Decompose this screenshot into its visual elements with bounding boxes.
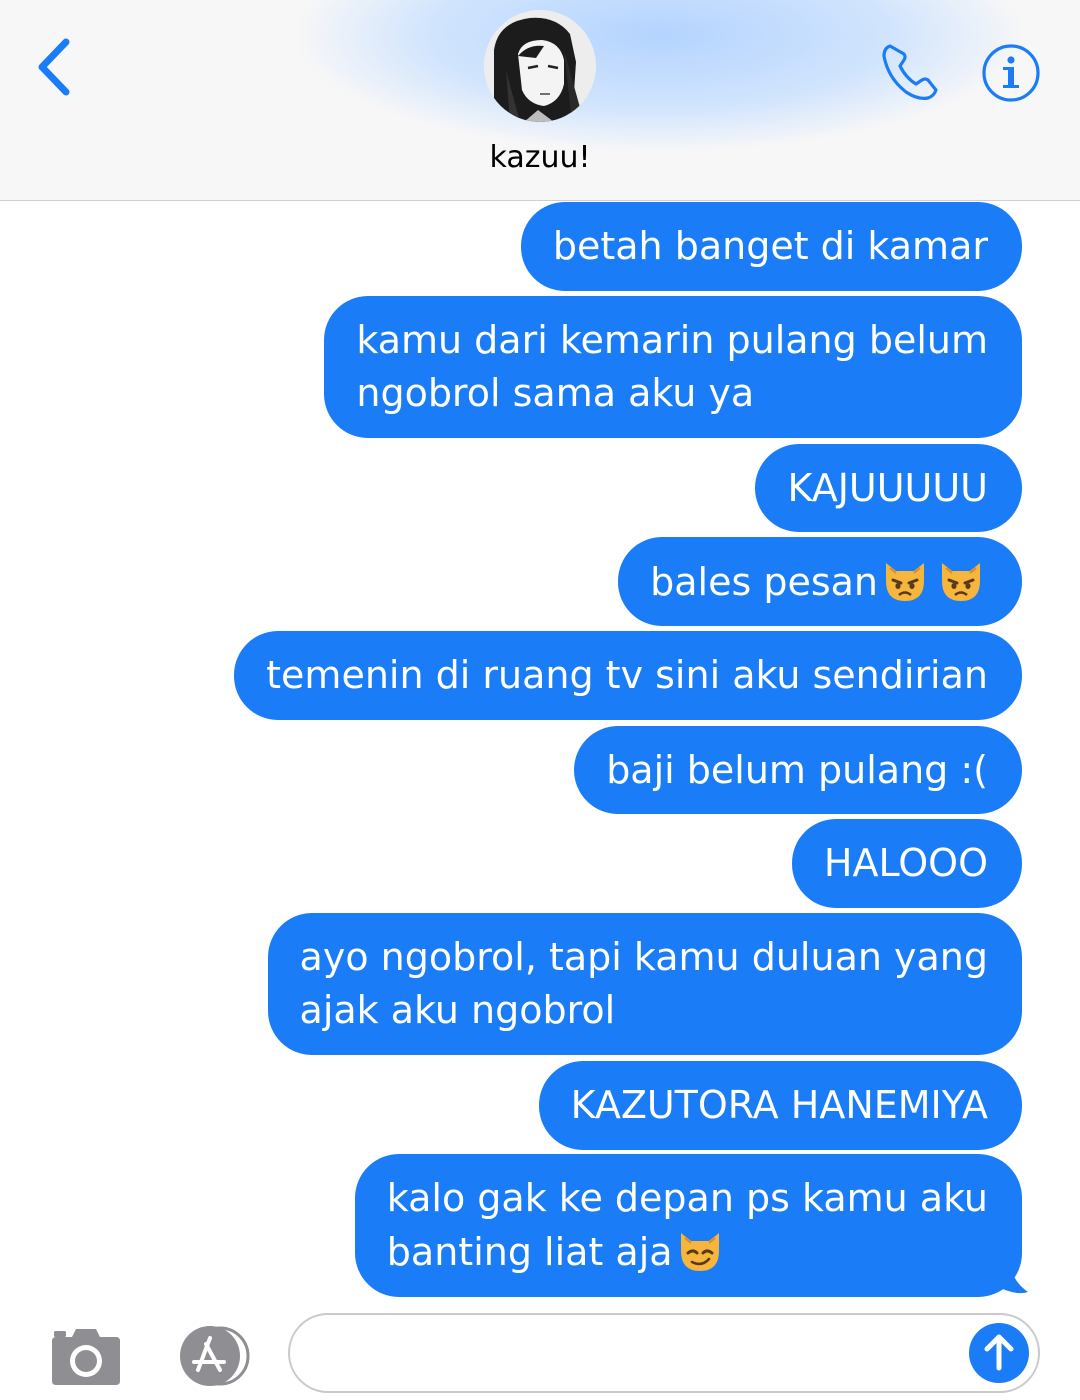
avatar-image (484, 10, 596, 122)
message-text: bales pesan (650, 560, 878, 604)
phone-icon (882, 44, 938, 100)
message-text: HALOOO (823, 841, 988, 885)
message-bubble[interactable]: baji belum pulang :( (574, 726, 1022, 814)
back-button[interactable] (30, 34, 84, 100)
chat-header: kazuu! (0, 0, 1080, 201)
message-text: KAJUUUUU (787, 466, 988, 510)
message-text-line-with-emoji: banting liat aja (387, 1225, 988, 1279)
message-text-line: ajak aku ngobrol (299, 988, 616, 1032)
call-button[interactable] (878, 40, 942, 104)
message-bubble[interactable]: KAZUTORA HANEMIYA (538, 1061, 1022, 1150)
smirking-cat-icon (680, 1233, 719, 1271)
pouting-cat-icon (942, 563, 980, 601)
camera-button[interactable] (50, 1325, 122, 1387)
message-text-line: kamu dari kemarin pulang belum (356, 318, 988, 362)
message-text: betah banget di kamar (552, 224, 988, 268)
message-text: baji belum pulang :( (606, 748, 988, 792)
app-store-icon (180, 1326, 250, 1386)
send-button[interactable] (968, 1322, 1030, 1384)
message-bubble[interactable]: betah banget di kamar (520, 202, 1022, 291)
message-text: banting liat aja (386, 1230, 673, 1274)
contact-name[interactable]: kazuu! (0, 140, 1080, 175)
send-arrow-up-icon (969, 1323, 1029, 1383)
bubble-tail-icon (996, 1248, 1028, 1294)
message-bubble[interactable]: KAJUUUUU (755, 444, 1022, 532)
contact-avatar[interactable] (484, 10, 596, 122)
message-text-line: ayo ngobrol, tapi kamu duluan yang (299, 935, 988, 979)
message-bubble[interactable]: HALOOO (791, 819, 1022, 908)
message-text-line: ngobrol sama aku ya (356, 371, 755, 415)
message-bubble[interactable]: kalo gak ke depan ps kamu aku banting li… (354, 1154, 1022, 1297)
message-bubble[interactable]: temenin di ruang tv sini aku sendirian (234, 631, 1022, 720)
message-input[interactable] (288, 1313, 1040, 1393)
message-text: KAZUTORA HANEMIYA (570, 1083, 988, 1127)
chevron-left-icon (38, 38, 70, 96)
message-text-line: kalo gak ke depan ps kamu aku (386, 1176, 988, 1220)
message-bubble[interactable]: kamu dari kemarin pulang belum ngobrol s… (324, 296, 1022, 438)
app-store-button[interactable] (168, 1324, 252, 1388)
message-text: temenin di ruang tv sini aku sendirian (266, 653, 988, 697)
camera-icon (52, 1329, 120, 1385)
info-icon (982, 44, 1040, 102)
info-button[interactable] (980, 42, 1042, 104)
message-bubble[interactable]: ayo ngobrol, tapi kamu duluan yang ajak … (267, 913, 1022, 1055)
message-bubble[interactable]: bales pesan (618, 537, 1022, 626)
pouting-cat-icon (886, 563, 924, 601)
